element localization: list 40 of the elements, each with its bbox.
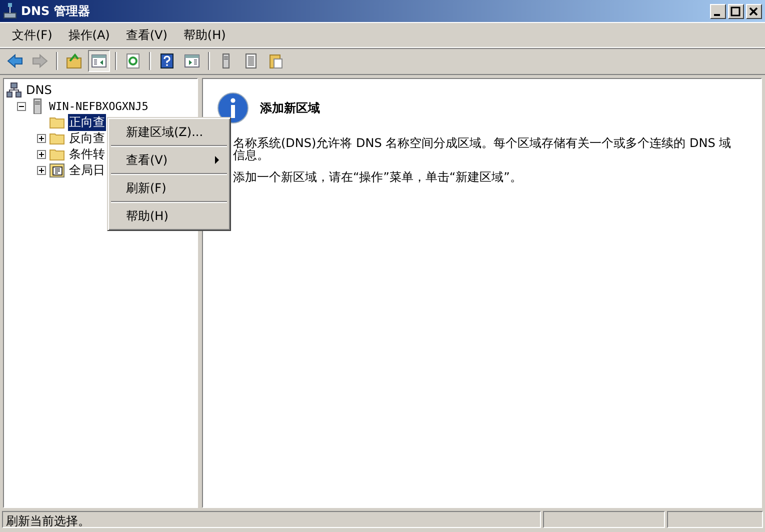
tree-item[interactable]: WIN-NEFBXOGXNJ5 [48, 100, 150, 112]
console-tree-icon [91, 53, 107, 69]
section-heading: 添加新区域 [260, 100, 320, 116]
menu-item[interactable]: 查看(V) [120, 24, 174, 46]
dns-network-icon [6, 82, 22, 98]
status-text: 刷新当前选择。 [2, 511, 541, 528]
menu-item[interactable]: 新建区域(Z)... [110, 121, 228, 143]
menu-item[interactable]: 查看(V) [110, 149, 228, 171]
tree-item[interactable]: 全局日 [68, 162, 106, 178]
collapse-icon[interactable] [17, 102, 26, 110]
close-icon[interactable] [746, 4, 762, 18]
tree-item[interactable]: 反向查 [68, 130, 106, 146]
expand-icon[interactable] [37, 150, 46, 158]
event-log-icon [49, 162, 65, 178]
back-arrow-icon [7, 53, 23, 69]
menu-item[interactable]: 帮助(H) [177, 24, 232, 46]
help-icon [159, 53, 175, 69]
folder-up-icon [66, 53, 82, 69]
refresh-icon [125, 53, 141, 69]
maximize-icon[interactable] [728, 4, 744, 18]
action-pane-icon [184, 53, 200, 69]
tree-item[interactable]: 正向查 [68, 114, 106, 130]
menu-item[interactable]: 刷新(F) [110, 177, 228, 199]
tree-item[interactable]: DNS [25, 83, 53, 97]
menu-item[interactable]: 帮助(H) [110, 205, 228, 227]
list-icon [243, 53, 259, 69]
menu-item[interactable]: 操作(A) [62, 24, 116, 46]
forward-arrow-icon [32, 53, 48, 69]
console-tree-button[interactable] [88, 50, 110, 72]
minimize-icon[interactable] [710, 4, 726, 18]
description-text: 添加一个新区域，请在“操作”菜单，单击“新建区域”。 [233, 171, 523, 183]
description-text: 名称系统(DNS)允许将 DNS 名称空间分成区域。每个区域存储有关一个或多个连续的 DNS 域信息。 [233, 137, 732, 161]
expand-icon[interactable] [37, 134, 46, 142]
window-title: DNS 管理器 [21, 2, 90, 20]
app-icon [3, 3, 17, 19]
info-icon [217, 92, 249, 124]
tree-item[interactable]: 条件转 [68, 146, 106, 162]
clipboard-icon [268, 53, 284, 69]
menu-item[interactable]: 文件(F) [6, 24, 58, 46]
expand-icon[interactable] [37, 166, 46, 174]
